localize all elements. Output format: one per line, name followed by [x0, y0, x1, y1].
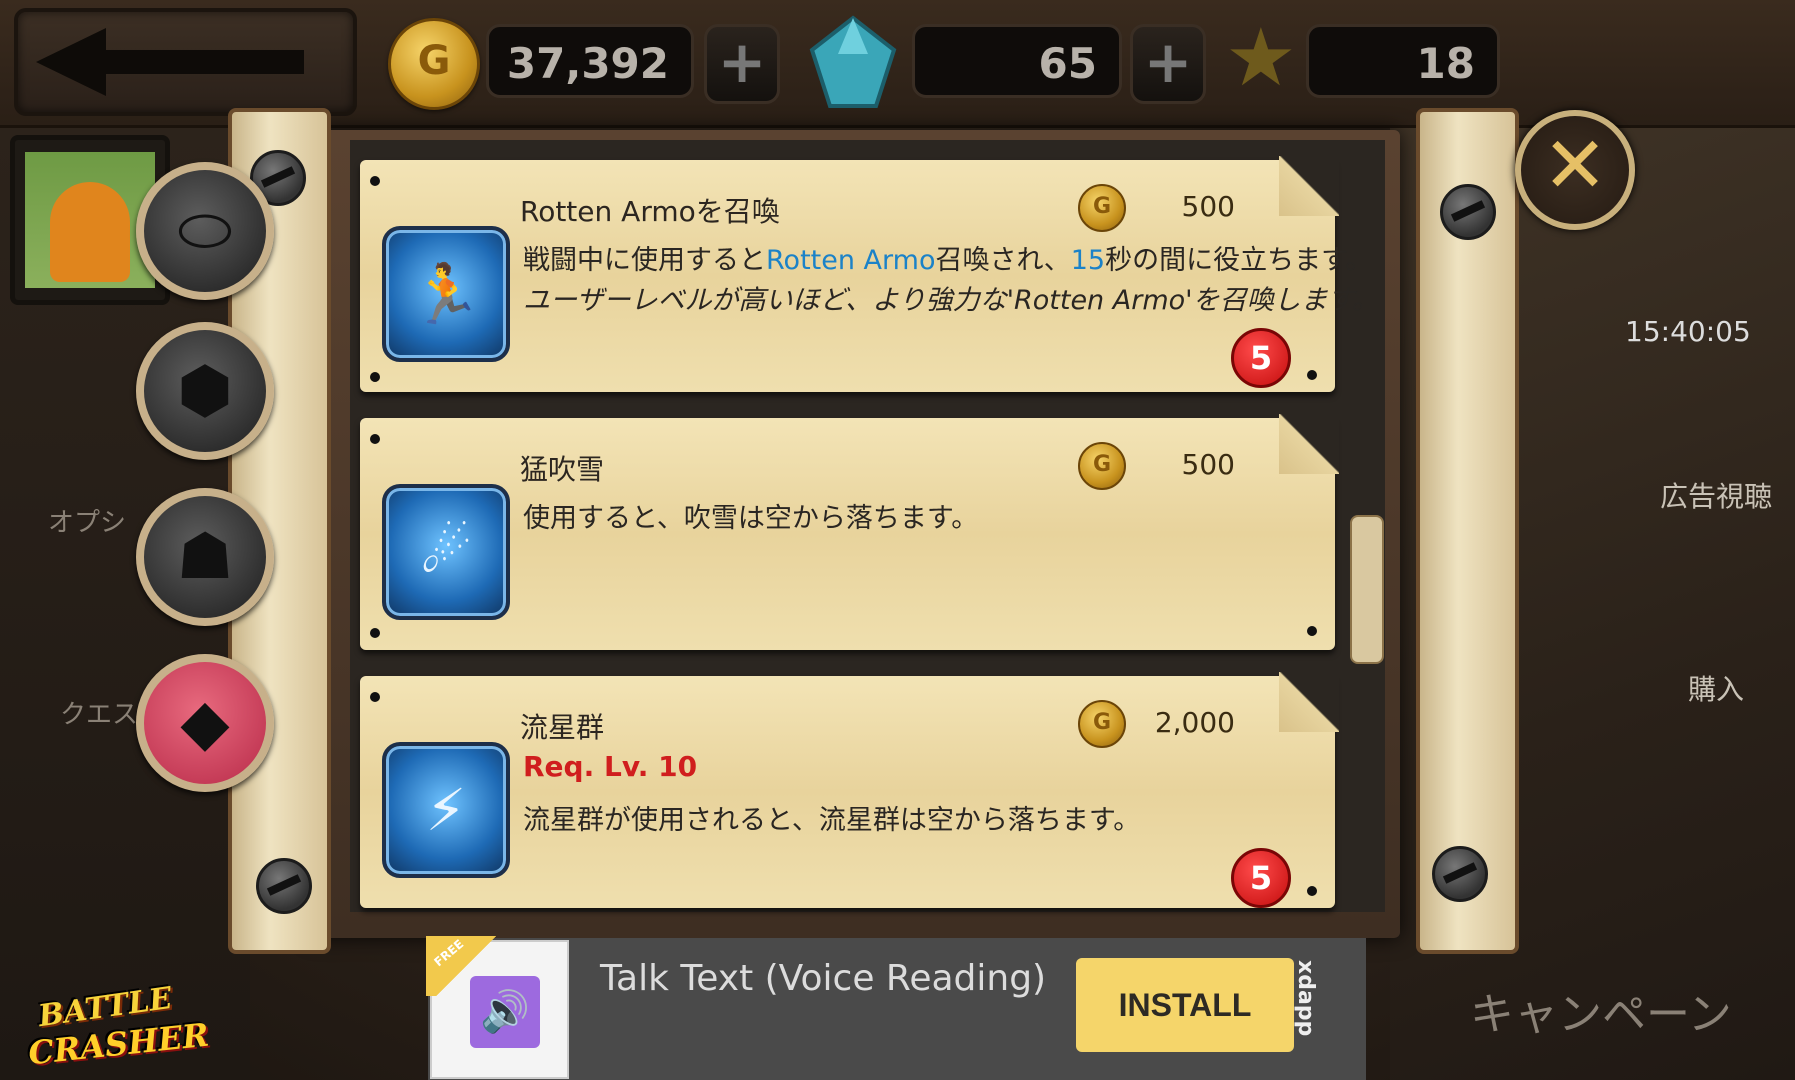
list-item[interactable]: 🏃 Rotten Armoを召喚 G 500 戦闘中に使用するとRotten A… — [360, 156, 1379, 392]
option-label[interactable]: オプシ — [48, 502, 126, 539]
ad-thumbnail[interactable]: FREE 🔊 — [426, 936, 569, 1079]
pot-icon: ⬭ — [177, 194, 233, 268]
item-price: 500 — [1181, 190, 1235, 223]
item-description-2: ユーザーレベルが高いほど、より強力な'Rotten Armo'を召喚します。 — [523, 285, 1379, 316]
blizzard-icon: ☄ — [382, 484, 510, 620]
speaker-document-icon: 🔊 — [470, 976, 540, 1048]
shapes-icon: ◆ — [180, 686, 230, 760]
add-gold-button[interactable]: + — [704, 24, 780, 104]
star-counter: 18 — [1306, 24, 1500, 98]
item-price: 2,000 — [1154, 706, 1235, 739]
ad-title: Talk Text (Voice Reading) — [600, 958, 1047, 999]
item-name: 流星群 — [520, 711, 605, 744]
gold-coin-icon: G — [388, 18, 480, 110]
free-tag: FREE — [431, 936, 467, 970]
item-name: 猛吹雪 — [520, 453, 605, 486]
install-button[interactable]: INSTALL — [1076, 958, 1294, 1052]
item-description: 戦闘中に使用するとRotten Armo召喚され、15秒の間に役立ちます。 — [523, 245, 1373, 276]
gem-counter: 65 — [912, 24, 1122, 98]
category-stone-button[interactable]: ⬢ — [136, 322, 274, 460]
watch-ad-label[interactable]: 広告視聴 — [1660, 475, 1772, 515]
gold-counter: 37,392 — [486, 24, 694, 98]
category-monster-button[interactable]: ☗ — [136, 488, 274, 626]
count-badge: 5 — [1231, 328, 1291, 388]
back-arrow-icon — [36, 28, 106, 96]
item-description: 使用すると、吹雪は空から落ちます。 — [523, 503, 979, 534]
screw-icon — [1440, 184, 1496, 240]
running-figure-icon: 🏃 — [382, 226, 510, 362]
quest-label[interactable]: クエス — [60, 694, 138, 731]
item-name: Rotten Armoを召喚 — [520, 195, 780, 228]
timer-label: 15:40:05 — [1625, 315, 1751, 348]
ad-brand: xdapp — [1293, 960, 1318, 1037]
category-pot-button[interactable]: ⬭ — [136, 162, 274, 300]
meteor-shower-icon: ⚡ — [382, 742, 510, 878]
item-price: 500 — [1181, 448, 1235, 481]
game-logo: BATTLE CRASHER — [26, 980, 211, 1073]
back-button[interactable] — [14, 8, 357, 116]
screw-icon — [1432, 846, 1488, 902]
screw-icon — [256, 858, 312, 914]
scrollbar[interactable] — [1350, 515, 1384, 664]
add-gem-button[interactable]: + — [1130, 24, 1206, 104]
count-badge: 5 — [1231, 848, 1291, 908]
buy-exp-label[interactable]: 購入 — [1688, 668, 1744, 708]
required-level: Req. Lv. 10 — [523, 750, 698, 783]
monster-icon: ☗ — [176, 520, 234, 594]
category-skill-button[interactable]: ◆ — [136, 654, 274, 792]
star-icon: ★ — [1225, 11, 1297, 104]
gem-icon — [808, 14, 898, 110]
item-description: 流星群が使用されると、流星群は空から落ちます。 — [523, 805, 1141, 836]
list-item[interactable]: ⚡ 流星群 G 2,000 Req. Lv. 10 流星群が使用されると、流星群… — [360, 672, 1339, 908]
list-item[interactable]: ☄ 猛吹雪 G 500 使用すると、吹雪は空から落ちます。 — [360, 414, 1339, 650]
campaign-label[interactable]: キャンペーン — [1470, 978, 1732, 1042]
close-button[interactable]: ✕ — [1515, 110, 1635, 230]
stone-icon: ⬢ — [177, 354, 233, 428]
